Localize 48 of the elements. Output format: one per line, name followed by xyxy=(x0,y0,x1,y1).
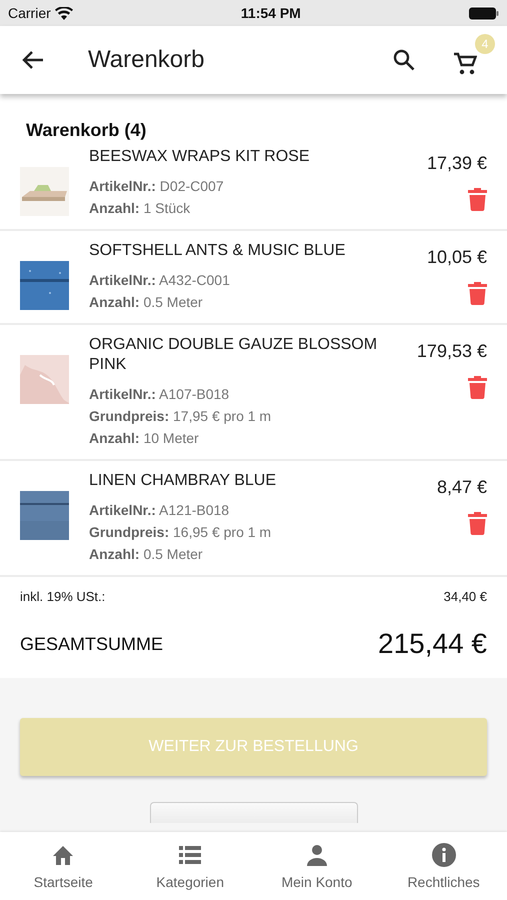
info-icon xyxy=(430,842,457,868)
product-name: ORGANIC DOUBLE GAUZE BLOSSOM PINK xyxy=(89,335,378,375)
product-detail: Grundpreis: 16,95 € pro 1 m xyxy=(89,523,272,541)
product-name: BEESWAX WRAPS KIT ROSE xyxy=(89,147,310,167)
back-arrow-icon xyxy=(22,50,44,70)
product-detail: Anzahl: 10 Meter xyxy=(89,429,200,447)
trash-icon xyxy=(468,188,487,211)
search-icon xyxy=(393,49,415,71)
total-value: 215,44 € xyxy=(378,628,487,660)
delete-button[interactable] xyxy=(468,188,487,211)
product-price: 17,39 € xyxy=(426,153,487,174)
battery-icon xyxy=(469,6,499,20)
product-detail: Anzahl: 0.5 Meter xyxy=(89,293,204,311)
carrier-label: Carrier xyxy=(8,5,51,21)
product-name: SOFTSHELL ANTS & MUSIC BLUE xyxy=(89,241,346,261)
page-title: Warenkorb xyxy=(88,46,206,74)
tab-bar-item[interactable]: Startseite xyxy=(0,832,127,900)
delete-button[interactable] xyxy=(468,376,487,399)
product-detail: ArtikelNr.: A107-B018 xyxy=(89,385,230,403)
delete-button[interactable] xyxy=(468,512,487,535)
trash-icon xyxy=(468,512,487,535)
product-price: 8,47 € xyxy=(436,477,487,498)
wifi-icon xyxy=(54,6,73,20)
trash-icon xyxy=(468,282,487,305)
tax-value: 34,40 € xyxy=(444,589,487,604)
clock-time: 11:54 PM xyxy=(240,5,301,21)
product-detail: Grundpreis: 17,95 € pro 1 m xyxy=(89,407,272,425)
cart-icon xyxy=(453,52,477,76)
product-detail: ArtikelNr.: A432-C001 xyxy=(89,271,231,289)
product-name: LINEN CHAMBRAY BLUE xyxy=(89,471,278,491)
tab-bar-item[interactable]: Rechtliches xyxy=(380,832,507,900)
delete-button[interactable] xyxy=(468,282,487,305)
product-detail: ArtikelNr.: A121-B018 xyxy=(89,501,230,519)
tab-bar-item[interactable]: Mein Konto xyxy=(254,832,380,900)
list-icon xyxy=(178,845,202,865)
home-icon xyxy=(51,844,76,866)
cart-count-badge: 4 xyxy=(475,34,495,54)
trash-icon xyxy=(468,376,487,399)
product-detail: Anzahl: 0.5 Meter xyxy=(89,545,204,563)
product-detail: ArtikelNr.: D02-C007 xyxy=(89,177,225,195)
tab-bar-item[interactable]: Kategorien xyxy=(126,832,254,900)
product-price: 10,05 € xyxy=(426,247,487,268)
cart-title: Warenkorb (4) xyxy=(26,120,148,141)
total-label: GESAMTSUMME xyxy=(20,634,164,655)
product-price: 179,53 € xyxy=(416,341,487,362)
product-detail: Anzahl: 1 Stück xyxy=(89,199,192,217)
person-icon xyxy=(306,844,328,866)
tax-label: inkl. 19% USt.: xyxy=(20,589,106,604)
